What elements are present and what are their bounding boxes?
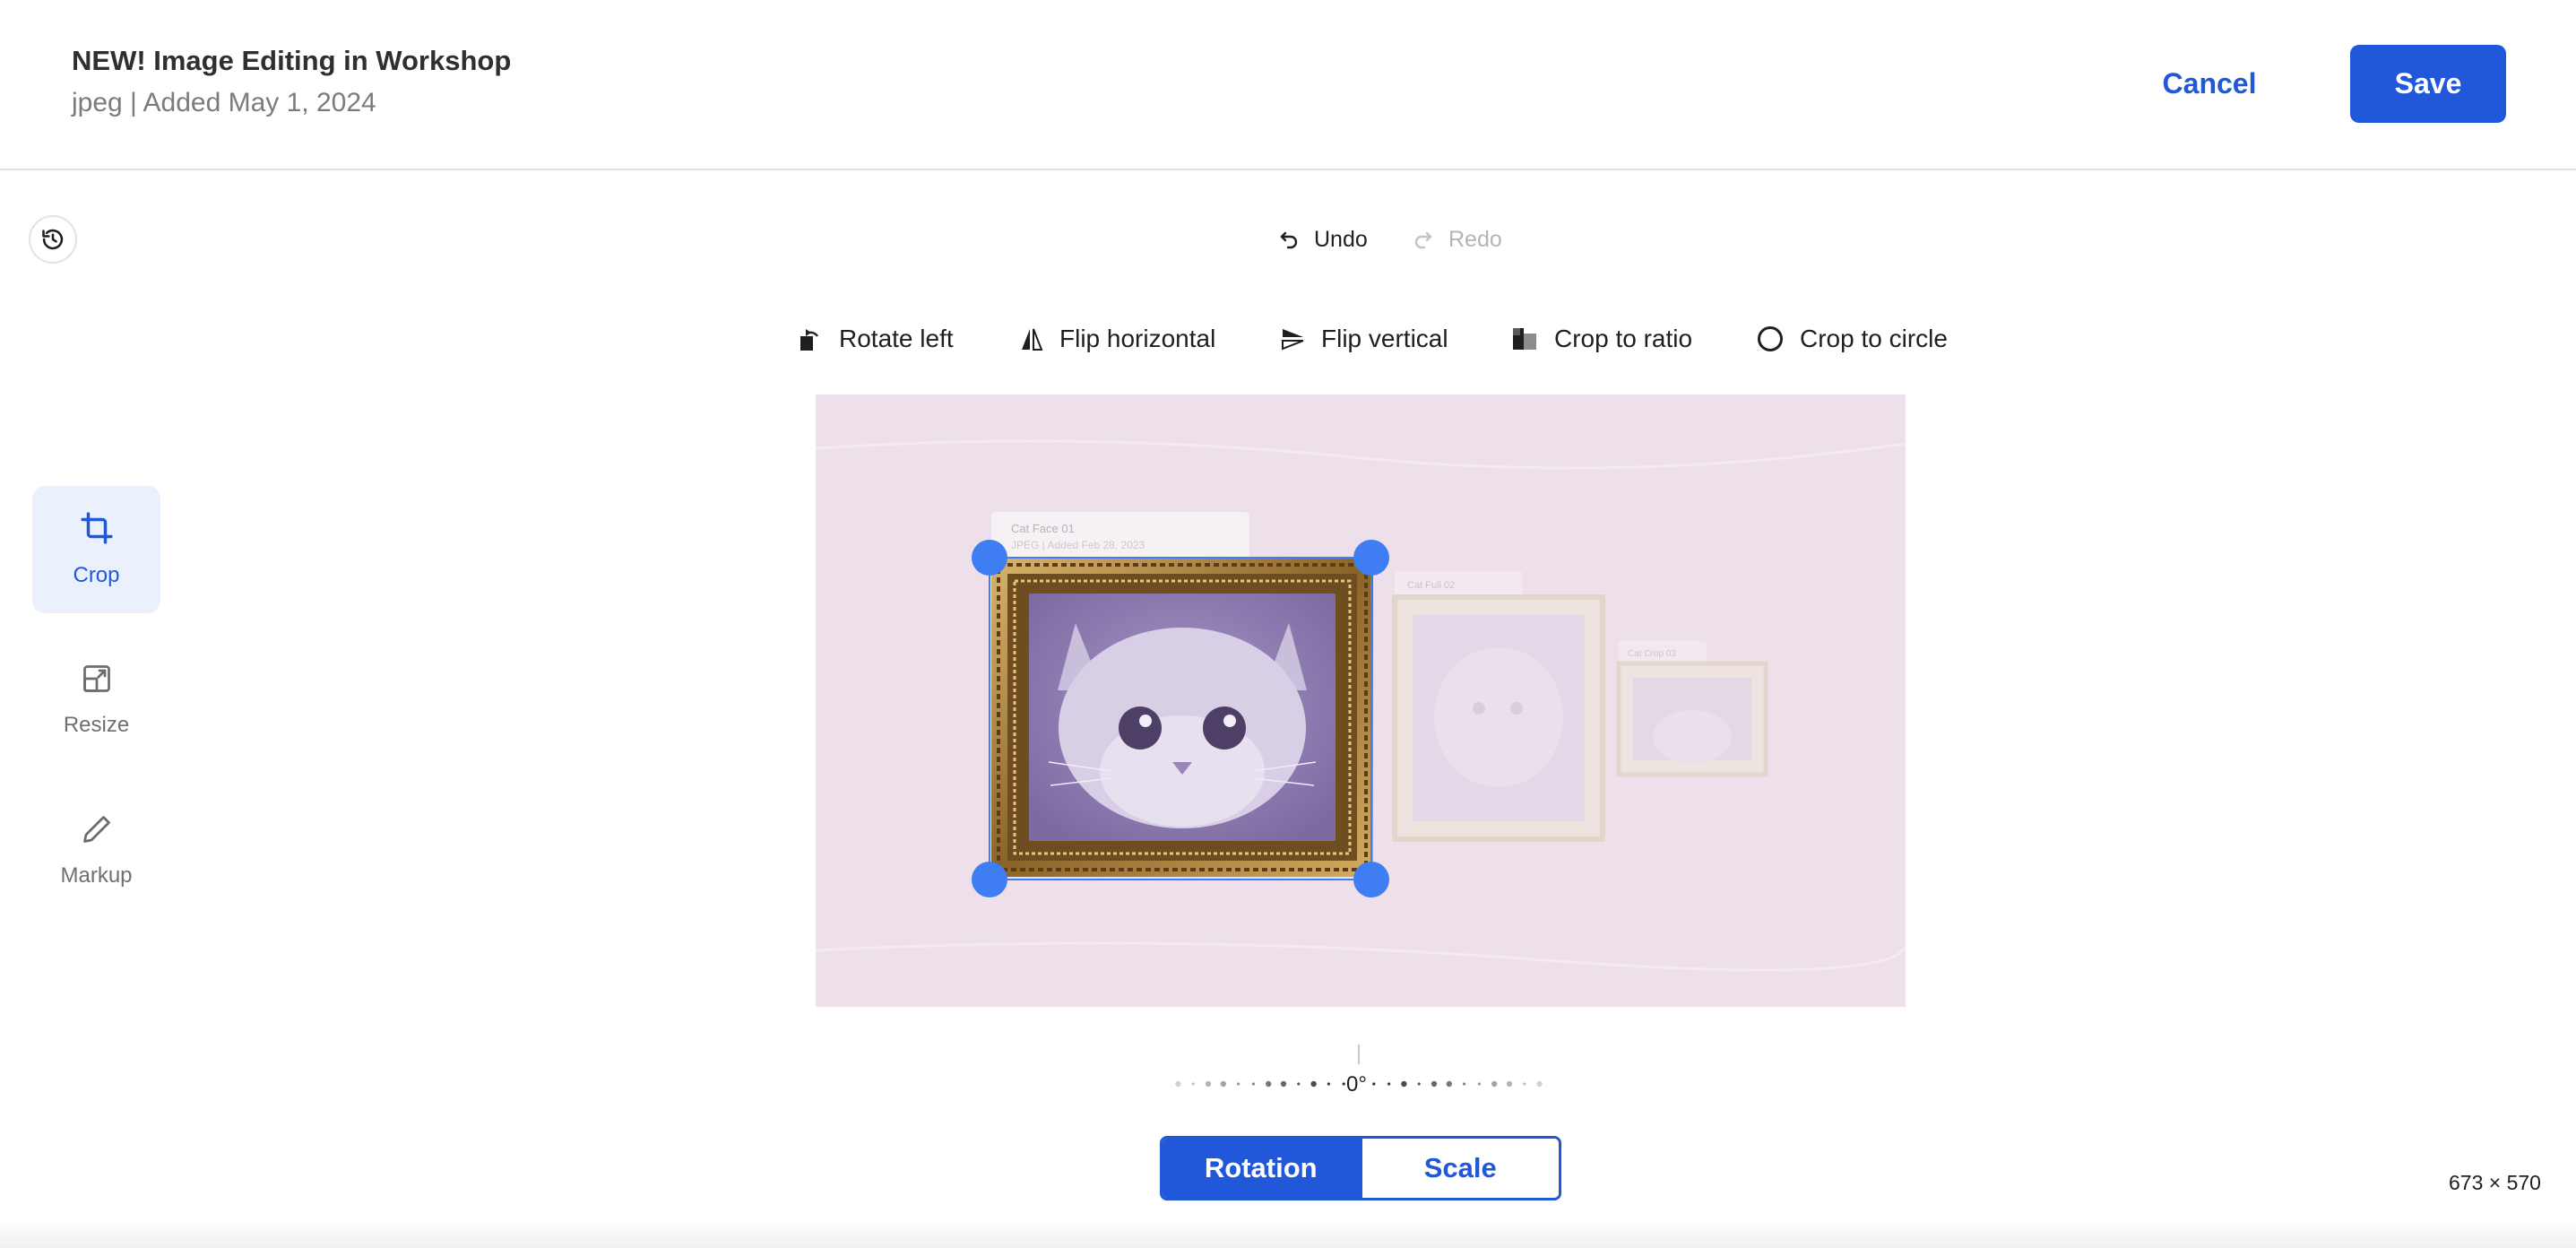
crop-handle-bottom-left[interactable] xyxy=(972,862,1007,897)
ruler-tick xyxy=(1401,1080,1407,1088)
crop-to-circle-button[interactable]: Crop to circle xyxy=(1757,319,1948,359)
ruler-tick xyxy=(1446,1080,1452,1088)
card-2-title: Cat Full 02 xyxy=(1407,580,1455,591)
ruler-tick xyxy=(1387,1082,1391,1086)
undo-button[interactable]: Undo xyxy=(1278,224,1368,255)
undo-label: Undo xyxy=(1314,226,1368,252)
pencil-icon xyxy=(82,816,110,843)
flip-horizontal-label: Flip horizontal xyxy=(1059,325,1216,352)
crop-to-ratio-label: Crop to ratio xyxy=(1554,325,1693,352)
flip-horizontal-icon xyxy=(1022,328,1043,351)
history-icon xyxy=(42,229,64,250)
flip-vertical-button[interactable]: Flip vertical xyxy=(1280,319,1448,359)
rotate-left-icon xyxy=(800,329,819,351)
ruler-tick xyxy=(1237,1082,1240,1086)
image-canvas[interactable]: Cat Face 01 JPEG | Added Feb 28, 2023 Ca… xyxy=(816,394,1906,1007)
rotate-left-button[interactable]: Rotate left xyxy=(798,319,954,359)
sidebar-item-label: Markup xyxy=(60,863,133,888)
ruler-tick xyxy=(1491,1080,1498,1088)
ruler-tick xyxy=(1266,1080,1272,1088)
bottom-edge xyxy=(0,1218,2576,1248)
ruler-tick xyxy=(1191,1082,1195,1086)
editor-header: NEW! Image Editing in Workshop jpeg | Ad… xyxy=(0,0,2576,170)
redo-label: Redo xyxy=(1448,226,1502,252)
ruler-tick xyxy=(1310,1080,1317,1088)
redo-icon xyxy=(1414,231,1432,249)
faded-frame-2: Cat Full 02 xyxy=(1392,571,1605,842)
card-3-title: Cat Crop 03 xyxy=(1628,649,1676,659)
image-preview: Cat Face 01 JPEG | Added Feb 28, 2023 Ca… xyxy=(816,394,1906,1007)
sidebar-item-crop[interactable]: Crop xyxy=(32,486,160,613)
cat-frame-image xyxy=(991,558,1373,877)
crop-to-circle-label: Crop to circle xyxy=(1800,325,1948,352)
page-title: NEW! Image Editing in Workshop xyxy=(72,45,512,76)
sidebar-item-resize[interactable]: Resize xyxy=(32,637,160,764)
file-info: jpeg | Added May 1, 2024 xyxy=(72,88,376,117)
redo-button[interactable]: Redo xyxy=(1413,224,1502,255)
crop-handle-bottom-right[interactable] xyxy=(1353,862,1389,897)
card-1-title: Cat Face 01 xyxy=(1011,522,1075,535)
ruler-tick xyxy=(1506,1080,1513,1088)
resize-icon xyxy=(82,665,110,692)
crop-circle-icon xyxy=(1758,326,1783,351)
ruler-tick xyxy=(1417,1082,1421,1086)
ruler-tick xyxy=(1477,1082,1481,1086)
card-1-subtitle: JPEG | Added Feb 28, 2023 xyxy=(1011,539,1145,551)
ruler-tick xyxy=(1297,1082,1301,1086)
history-button[interactable] xyxy=(29,215,77,264)
flip-vertical-icon xyxy=(1282,329,1304,351)
mode-toggle: Rotation Scale xyxy=(1160,1136,1561,1200)
ruler-tick xyxy=(1431,1080,1438,1088)
crop-handle-top-left[interactable] xyxy=(972,540,1007,576)
crop-handle-top-right[interactable] xyxy=(1353,540,1389,576)
ruler-tick xyxy=(1327,1082,1330,1086)
sidebar-item-label: Crop xyxy=(73,563,120,587)
cancel-button[interactable]: Cancel xyxy=(2133,45,2286,122)
sidebar-item-label: Resize xyxy=(63,713,130,737)
ruler-tick xyxy=(1523,1082,1526,1086)
rotation-value: 0° xyxy=(1346,1072,1367,1096)
ruler-tick xyxy=(1536,1080,1543,1088)
rotate-left-label: Rotate left xyxy=(839,325,954,352)
rotation-tab[interactable]: Rotation xyxy=(1163,1139,1360,1198)
ruler-tick xyxy=(1372,1082,1376,1086)
ruler-tick xyxy=(1220,1080,1226,1088)
ruler-tick xyxy=(1205,1080,1212,1088)
scale-tab[interactable]: Scale xyxy=(1359,1139,1559,1198)
crop-icon xyxy=(80,512,113,544)
crop-ratio-icon xyxy=(1513,328,1536,350)
ruler-tick xyxy=(1175,1080,1181,1088)
flip-horizontal-button[interactable]: Flip horizontal xyxy=(1020,319,1215,359)
save-button[interactable]: Save xyxy=(2350,45,2506,123)
crop-to-ratio-button[interactable]: Crop to ratio xyxy=(1511,319,1692,359)
ruler-tick xyxy=(1342,1082,1345,1086)
undo-icon xyxy=(1280,231,1298,249)
ruler-tick xyxy=(1251,1082,1255,1086)
ruler-tick xyxy=(1463,1082,1466,1086)
ruler-tick xyxy=(1280,1080,1287,1088)
sidebar-item-markup[interactable]: Markup xyxy=(32,787,160,914)
image-dimensions: 673 × 570 xyxy=(2449,1171,2541,1194)
flip-vertical-label: Flip vertical xyxy=(1321,325,1448,352)
